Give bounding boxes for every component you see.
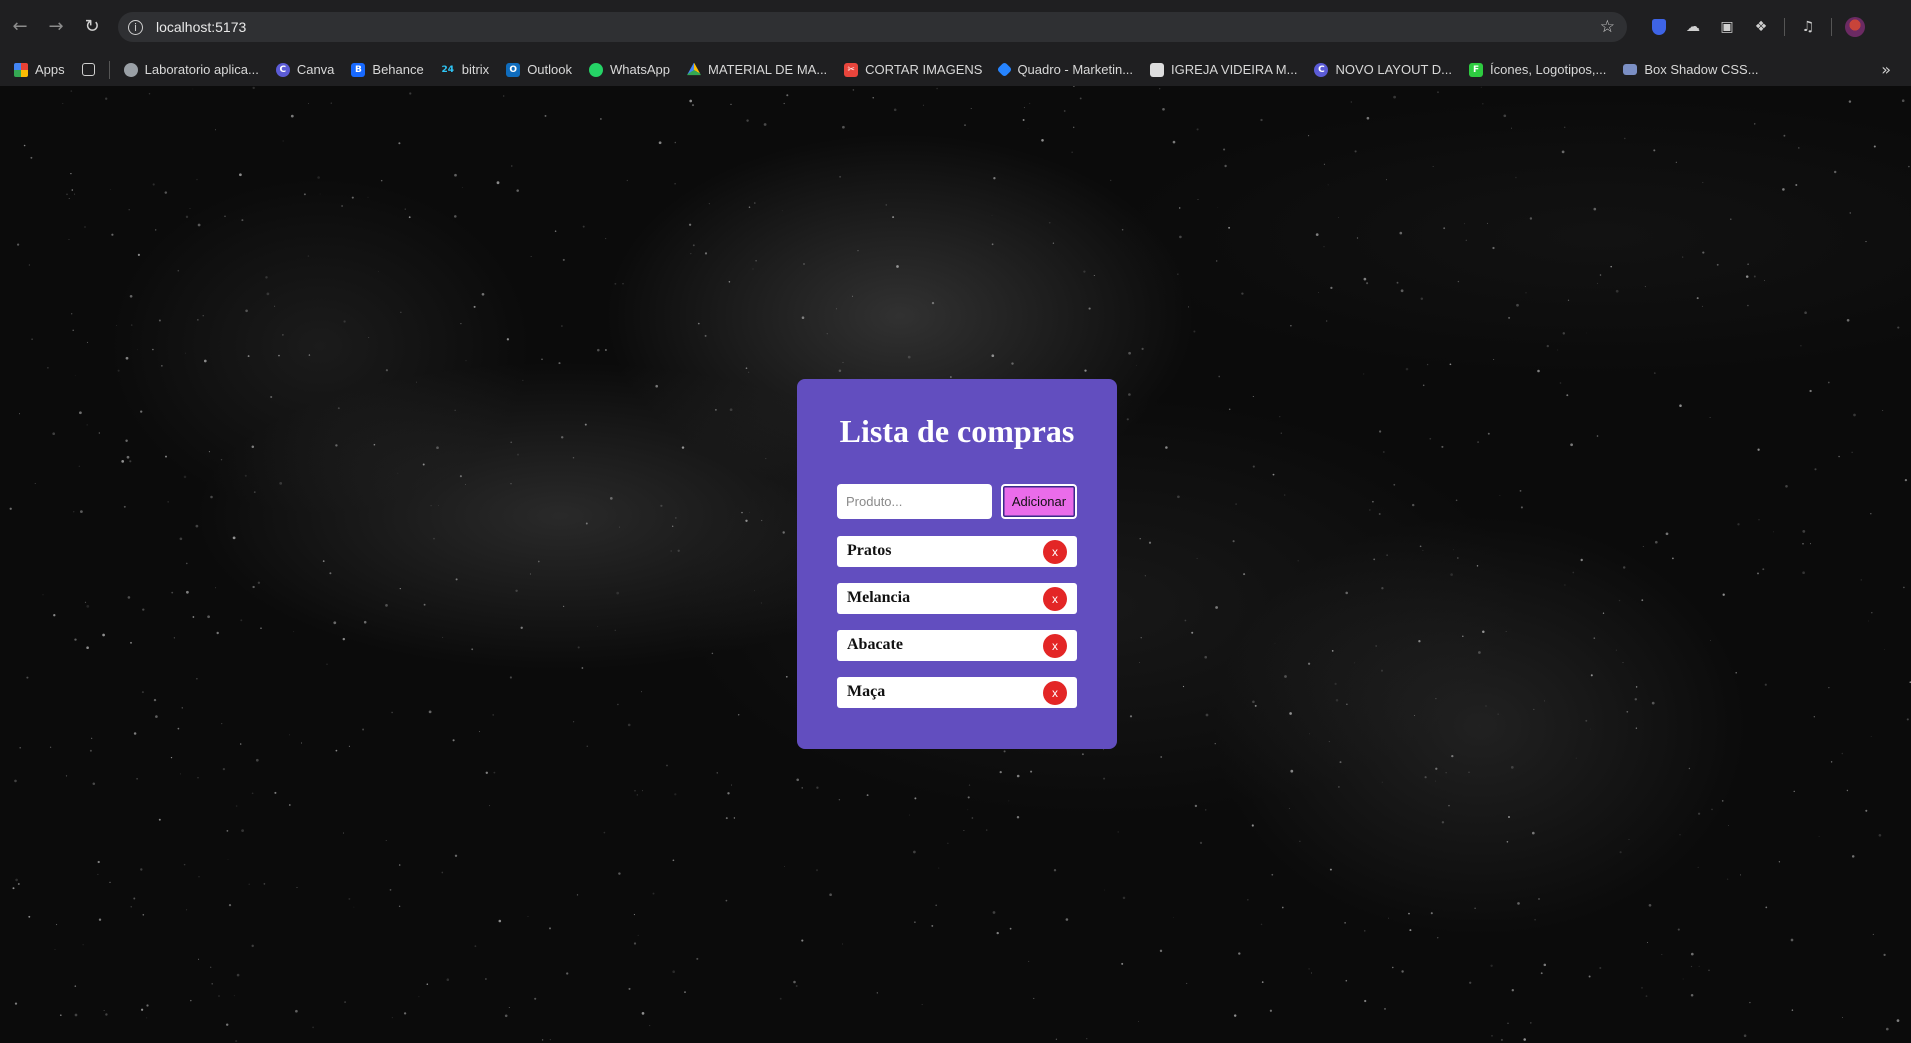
bitwarden-extension-icon[interactable] (1648, 16, 1670, 38)
more-bookmarks-icon[interactable]: » (1881, 60, 1891, 79)
bookmark-item[interactable]: ✂ CORTAR IMAGENS (844, 62, 982, 77)
bookmark-item[interactable]: WhatsApp (589, 62, 670, 77)
add-button[interactable]: Adicionar (1001, 484, 1077, 519)
media-controls-icon[interactable]: ♫ (1797, 16, 1819, 38)
folder-icon (1623, 64, 1638, 75)
item-name: Maça (847, 683, 886, 700)
google-drive-icon (686, 62, 701, 76)
bookmark-item[interactable]: 24 bitrix (441, 62, 489, 77)
bookmark-label: IGREJA VIDEIRA M... (1171, 62, 1298, 77)
tab-groups-grid-icon (81, 63, 95, 76)
profile-avatar[interactable] (1844, 16, 1866, 38)
browser-toolbar: ← → ↻ i localhost:5173 ☆ ☁ ▣ ❖ ♫ (0, 0, 1911, 53)
bookmark-item[interactable]: MATERIAL DE MA... (686, 62, 828, 77)
item-name: Abacate (847, 636, 903, 653)
bitrix-icon: 24 (441, 64, 454, 75)
canva-icon: C (1314, 62, 1329, 77)
globe-icon (123, 62, 138, 77)
trello-icon (1150, 62, 1165, 77)
bookmark-label: Behance (372, 62, 424, 77)
delete-item-button[interactable]: x (1043, 540, 1067, 564)
cloud-extension-icon[interactable]: ☁ (1682, 16, 1704, 38)
delete-item-button[interactable]: x (1043, 681, 1067, 705)
site-info-icon[interactable]: i (128, 19, 143, 35)
bookmark-label: WhatsApp (610, 62, 670, 77)
bookmark-label: CORTAR IMAGENS (865, 62, 983, 77)
product-input[interactable] (837, 484, 992, 519)
bookmark-label: MATERIAL DE MA... (707, 62, 828, 77)
behance-icon: B (351, 62, 366, 77)
bookmark-label: bitrix (461, 62, 490, 77)
toolbar-divider (1784, 18, 1785, 36)
page-title: Lista de compras (839, 413, 1075, 449)
bookmark-label: Ícones, Logotipos,... (1490, 62, 1607, 77)
address-bar[interactable]: i localhost:5173 ☆ (118, 12, 1627, 42)
delete-item-button[interactable]: x (1043, 634, 1067, 658)
bookmark-item[interactable]: F Ícones, Logotipos,... (1469, 62, 1606, 77)
item-name: Pratos (847, 542, 892, 559)
bookmark-label: NOVO LAYOUT D... (1335, 62, 1453, 77)
whatsapp-icon (589, 62, 603, 77)
bookmark-item[interactable]: IGREJA VIDEIRA M... (1150, 62, 1297, 77)
back-icon[interactable]: ← (2, 9, 38, 45)
bookmark-item[interactable]: O Outlook (506, 62, 572, 77)
extensions-area: ☁ ▣ ❖ ♫ (1648, 12, 1866, 42)
item-list: Pratos x Melancia x Abacate x Maça x (837, 536, 1077, 724)
bookmark-label: Box Shadow CSS... (1644, 62, 1759, 77)
jira-icon (997, 61, 1013, 78)
bookmark-item[interactable]: C NOVO LAYOUT D... (1314, 62, 1452, 77)
list-item: Melancia x (837, 583, 1077, 614)
bookmark-label: Canva (296, 62, 335, 77)
bookmarks-bar: Apps Laboratorio aplica... C Canva B Beh… (0, 53, 1911, 86)
toolbar-divider (1831, 18, 1832, 36)
url-text[interactable]: localhost:5173 (156, 19, 246, 35)
page-viewport: Lista de compras Adicionar Pratos x Mela… (0, 86, 1911, 1043)
forward-icon[interactable]: → (38, 9, 74, 45)
bookmarks-divider (108, 60, 110, 79)
bookmark-item[interactable]: C Canva (275, 62, 335, 77)
bookmark-label: Quadro - Marketin... (1017, 62, 1134, 77)
flaticon-icon: F (1469, 62, 1484, 77)
bookmark-star-icon[interactable]: ☆ (1600, 17, 1615, 37)
bookmark-item[interactable]: B Behance (351, 62, 424, 77)
list-item: Pratos x (837, 536, 1077, 567)
bookmark-item[interactable]: Box Shadow CSS... (1623, 62, 1759, 77)
bookmark-apps[interactable]: Apps (14, 62, 65, 77)
delete-item-button[interactable]: x (1043, 587, 1067, 611)
shopping-list-card: Lista de compras Adicionar Pratos x Mela… (797, 379, 1117, 749)
bookmark-label: Apps (35, 62, 65, 77)
bookmark-label: Laboratorio aplica... (144, 62, 259, 77)
outlook-icon: O (506, 62, 521, 77)
cut-image-icon: ✂ (844, 62, 859, 77)
bookmark-label: Outlook (527, 62, 572, 77)
bookmark-grid[interactable] (81, 63, 95, 76)
item-name: Melancia (847, 589, 911, 606)
extensions-puzzle-icon[interactable]: ❖ (1750, 16, 1772, 38)
list-item: Abacate x (837, 630, 1077, 661)
list-item: Maça x (837, 677, 1077, 708)
bookmark-item[interactable]: Quadro - Marketin... (997, 61, 1134, 78)
apps-grid-icon (14, 62, 28, 77)
picture-in-picture-icon[interactable]: ▣ (1716, 16, 1738, 38)
canva-icon: C (275, 62, 290, 77)
reload-icon[interactable]: ↻ (74, 9, 110, 45)
bookmark-item[interactable]: Laboratorio aplica... (123, 62, 259, 77)
